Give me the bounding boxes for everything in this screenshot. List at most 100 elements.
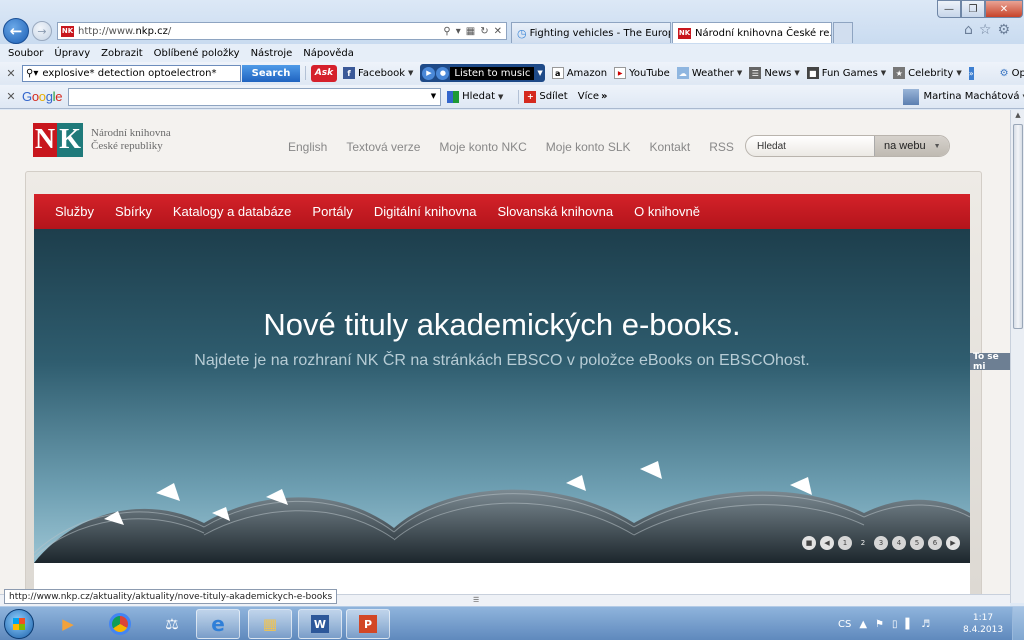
nav-sluzby[interactable]: Služby — [55, 204, 94, 219]
google-search-button[interactable]: Hledat ▼ — [447, 90, 503, 103]
double-chevron-right-icon: » — [968, 68, 974, 78]
signal-icon[interactable]: ▌ — [906, 619, 914, 630]
google-account[interactable]: Martina Machátová ▼ 🔧▾ — [903, 88, 1024, 105]
nav-katalogy[interactable]: Katalogy a databáze — [173, 204, 292, 219]
gear-icon[interactable]: ⚙ — [997, 22, 1010, 38]
link-text-version[interactable]: Textová verze — [346, 140, 420, 154]
show-desktop-button[interactable] — [1012, 607, 1024, 640]
ie-page-icon: ◷ — [517, 26, 527, 40]
share-icon: + — [524, 90, 537, 103]
start-button[interactable] — [4, 609, 34, 639]
language-indicator[interactable]: CS — [838, 619, 851, 630]
vertical-scrollbar[interactable]: ▲ — [1010, 110, 1024, 603]
slider-page-5[interactable]: 5 — [910, 536, 924, 550]
powerpoint-icon[interactable]: P — [346, 609, 390, 639]
tab-nkp[interactable]: NK Národní knihovna České re... ✕ — [672, 22, 832, 43]
nav-portaly[interactable]: Portály — [312, 204, 352, 219]
menu-zobrazit[interactable]: Zobrazit — [101, 48, 143, 59]
search-scope-label: na webu — [884, 140, 926, 152]
scroll-up-icon[interactable]: ▲ — [1013, 111, 1023, 123]
chevron-down-icon[interactable]: ▼ — [537, 69, 542, 77]
flag-icon[interactable]: ⚑ — [875, 619, 884, 630]
balance-app-icon[interactable]: ⚖ — [150, 609, 194, 639]
ask-logo[interactable]: Ask — [311, 64, 337, 82]
fun-games-button[interactable]: ■ Fun Games ▼ — [806, 67, 886, 79]
facebook-label: Facebook — [358, 67, 405, 79]
search-scope-select[interactable]: na webu ▼ — [874, 136, 949, 156]
favorites-star-icon[interactable]: ☆ — [979, 22, 992, 38]
stop-icon[interactable]: ✕ — [494, 26, 502, 37]
nav-sbirky[interactable]: Sbírky — [115, 204, 152, 219]
slider-page-3[interactable]: 3 — [874, 536, 888, 550]
maximize-button[interactable]: ❐ — [961, 0, 985, 18]
back-button[interactable]: ← — [3, 18, 29, 44]
google-logo[interactable]: Google — [22, 89, 62, 104]
scroll-thumb[interactable] — [1013, 124, 1023, 329]
amazon-button[interactable]: a Amazon — [551, 67, 607, 79]
close-toolbar-icon[interactable]: ✕ — [0, 90, 22, 103]
chrome-icon[interactable] — [98, 609, 142, 639]
link-my-account-nkc[interactable]: Moje konto NKC — [439, 140, 526, 154]
home-icon[interactable]: ⌂ — [964, 22, 973, 38]
refresh-icon[interactable]: ↻ — [480, 26, 488, 37]
more-chevron-button[interactable]: » — [968, 66, 974, 80]
play-icon[interactable]: ▶ — [422, 66, 436, 80]
weather-button[interactable]: ☁ Weather ▼ — [676, 67, 742, 79]
volume-icon[interactable]: ♬ — [921, 619, 930, 630]
like-side-tab[interactable]: To se mi — [970, 352, 1010, 372]
new-tab-button[interactable] — [833, 22, 853, 43]
link-my-account-slk[interactable]: Moje konto SLK — [546, 140, 631, 154]
slider-next-button[interactable]: ▶ — [946, 536, 960, 550]
google-share-button[interactable]: + Sdílet — [524, 90, 568, 103]
link-contact[interactable]: Kontakt — [650, 140, 691, 154]
options-button[interactable]: ⚙Options▼ — [1000, 68, 1024, 79]
slider-page-4[interactable]: 4 — [892, 536, 906, 550]
slider-prev-button[interactable]: ◀ — [820, 536, 834, 550]
clock[interactable]: 1:17 8.4.2013 — [963, 612, 1003, 636]
chevron-down-icon[interactable]: ▾ — [456, 26, 461, 37]
slider-stop-button[interactable]: ■ — [802, 536, 816, 550]
link-rss[interactable]: RSS — [709, 140, 734, 154]
close-window-button[interactable]: ✕ — [985, 0, 1023, 18]
address-bar[interactable]: NK http://www.nkp.cz/ ⚲ ▾ ▦ ↻ ✕ — [57, 22, 507, 40]
compatibility-icon[interactable]: ▦ — [466, 26, 475, 37]
network-icon[interactable]: ▯ — [892, 619, 898, 630]
nav-digitalni-knihovna[interactable]: Digitální knihovna — [374, 204, 477, 219]
google-more-button[interactable]: Více» — [578, 91, 608, 102]
ask-search-input[interactable]: ⚲▾ explosive* detection optoelectron* — [22, 64, 241, 82]
menu-oblibene[interactable]: Oblíbené položky — [154, 48, 240, 59]
google-search-input[interactable]: ▼ — [68, 87, 442, 106]
site-search-input[interactable]: Hledat — [757, 141, 874, 152]
news-button[interactable]: ☰ News ▼ — [749, 67, 800, 79]
facebook-button[interactable]: f Facebook ▼ — [343, 67, 413, 79]
hero-banner[interactable]: Nové tituly akademických e-books. Najdet… — [34, 229, 970, 563]
tab-fighting-vehicles[interactable]: ◷ Fighting vehicles - The Europe... — [511, 22, 671, 43]
close-toolbar-icon[interactable]: ✕ — [0, 67, 22, 80]
media-player-icon[interactable]: ▶ — [46, 609, 90, 639]
music-player[interactable]: ▶ ● Listen to music ▼ — [420, 64, 545, 82]
minimize-button[interactable]: — — [937, 0, 961, 18]
menu-napoveda[interactable]: Nápověda — [303, 48, 354, 59]
link-english[interactable]: English — [288, 140, 327, 154]
menu-soubor[interactable]: Soubor — [8, 48, 43, 59]
site-logo[interactable]: N K Národní knihovna České republiky — [33, 123, 171, 157]
chevron-down-icon[interactable]: ▼ — [431, 92, 436, 100]
word-icon[interactable]: W — [298, 609, 342, 639]
chevron-up-icon[interactable]: ▲ — [859, 619, 867, 630]
nav-slovanska-knihovna[interactable]: Slovanská knihovna — [498, 204, 614, 219]
forward-button[interactable]: → — [32, 21, 52, 41]
search-icon[interactable]: ⚲ — [443, 26, 450, 37]
file-explorer-icon[interactable]: ▦ — [248, 609, 292, 639]
celebrity-button[interactable]: ★ Celebrity ▼ — [893, 67, 962, 79]
internet-explorer-icon[interactable]: e — [196, 609, 240, 639]
slider-page-1[interactable]: 1 — [838, 536, 852, 550]
address-url[interactable]: http://www.nkp.cz/ — [78, 26, 443, 37]
slider-page-2[interactable]: 2 — [856, 536, 870, 550]
slider-page-6[interactable]: 6 — [928, 536, 942, 550]
youtube-button[interactable]: ▶ YouTube — [614, 67, 670, 79]
volume-icon[interactable]: ● — [436, 66, 450, 80]
menu-nastroje[interactable]: Nástroje — [251, 48, 293, 59]
menu-upravy[interactable]: Úpravy — [54, 48, 90, 59]
ask-search-button[interactable]: Search — [242, 64, 300, 82]
nav-o-knihovne[interactable]: O knihovně — [634, 204, 700, 219]
